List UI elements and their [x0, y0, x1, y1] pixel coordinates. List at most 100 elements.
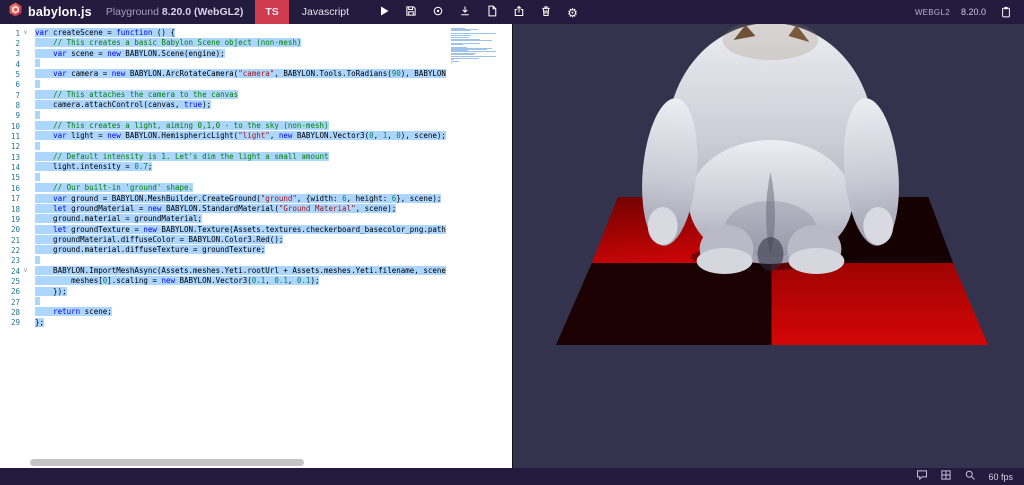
code-line[interactable]: var scene = new BABYLON.Scene(engine); — [35, 48, 446, 59]
code-line[interactable]: groundMaterial.diffuseColor = BABYLON.Co… — [35, 234, 446, 245]
line-number: 23 — [10, 256, 20, 266]
horizontal-scrollbar-thumb[interactable] — [30, 459, 304, 466]
line-number: 21 — [10, 235, 20, 245]
new-doc-icon — [486, 5, 498, 20]
clear-button[interactable] — [532, 0, 559, 24]
line-number: 2 — [15, 39, 20, 49]
code-editor[interactable]: 1 ∨ 2 3 4 5 6 7 8 9 10 11 12 13 14 15 16 17 18 19 20 21 22 23 24… — [0, 24, 512, 468]
babylon-logo[interactable]: babylon.js — [0, 2, 98, 22]
line-number: 6 — [15, 80, 20, 90]
line-number: 5 — [15, 70, 20, 80]
share-button[interactable] — [505, 0, 532, 24]
renderer-label: WEBGL2 — [914, 7, 950, 17]
run-button[interactable] — [370, 0, 397, 24]
code-line[interactable]: }; — [35, 317, 446, 328]
line-number: 25 — [10, 276, 20, 286]
download-button[interactable] — [451, 0, 478, 24]
tab-javascript[interactable]: Javascript — [289, 0, 362, 24]
code-line[interactable]: ground.material = groundMaterial; — [35, 214, 446, 224]
line-number: 17 — [10, 194, 20, 204]
code-line[interactable]: return scene; — [35, 307, 446, 317]
line-number: 12 — [10, 142, 20, 152]
code-line[interactable]: light.intensity = 0.7; — [35, 162, 446, 172]
code-line[interactable]: }); — [35, 286, 446, 297]
line-number: 18 — [10, 204, 20, 214]
line-number: 27 — [10, 297, 20, 307]
download-icon — [459, 5, 471, 20]
line-number: 19 — [10, 214, 20, 224]
status-bar: 60 fps — [0, 468, 1024, 485]
line-number: 14 — [10, 163, 20, 173]
babylon-playground: babylon.js Playground 8.20.0 (WebGL2) TS… — [0, 0, 1024, 485]
line-number: 8 — [15, 101, 20, 111]
code-line[interactable]: // This creates a basic Babylon Scene ob… — [35, 38, 446, 48]
code-line[interactable]: meshes[0].scaling = new BABYLON.Vector3(… — [35, 276, 446, 286]
app-title: babylon.js — [28, 5, 92, 19]
code-line[interactable]: // This attaches the camera to the canva… — [35, 90, 446, 100]
line-number: 29 — [10, 318, 20, 328]
line-number: 13 — [10, 152, 20, 162]
code-line[interactable] — [35, 79, 446, 90]
code-line[interactable]: // Default intensity is 1. Let's dim the… — [35, 152, 446, 162]
code-line[interactable]: let groundMaterial = new BABYLON.Standar… — [35, 203, 446, 214]
tab-typescript[interactable]: TS — [255, 0, 289, 24]
code-line[interactable] — [35, 255, 446, 266]
line-number: 3 — [15, 49, 20, 59]
code-line[interactable]: let groundTexture = new BABYLON.Texture(… — [35, 224, 446, 235]
save-button[interactable] — [397, 0, 424, 24]
line-number: 7 — [15, 90, 20, 100]
babylon-logo-icon — [8, 2, 23, 22]
trash-icon — [540, 5, 552, 20]
comments-button[interactable] — [914, 469, 930, 485]
header-right: WEBGL2 8.20.0 — [915, 0, 1024, 24]
yeti-model — [642, 24, 899, 274]
code-line[interactable]: ground.material.diffuseTexture = groundT… — [35, 245, 446, 255]
code-line[interactable] — [35, 141, 446, 152]
code-line[interactable]: var light = new BABYLON.HemisphericLight… — [35, 131, 446, 141]
code-area[interactable]: var createScene = function () { // This … — [35, 28, 446, 328]
toolbar: ⚙ — [370, 0, 586, 24]
code-line[interactable] — [35, 59, 446, 69]
engine-version-label: 8.20.0 — [960, 7, 986, 17]
inspector-icon — [432, 5, 444, 20]
save-icon — [405, 5, 417, 20]
code-line[interactable]: var camera = new BABYLON.ArcRotateCamera… — [35, 69, 446, 79]
render-canvas[interactable] — [512, 24, 1024, 468]
copy-snippet-button[interactable] — [997, 0, 1015, 24]
line-number: 16 — [10, 183, 20, 193]
line-number: 20 — [10, 225, 20, 235]
code-line[interactable]: // This creates a light, aiming 0,1,0 - … — [35, 121, 446, 131]
fold-chevron-icon[interactable]: ∨ — [20, 28, 31, 38]
line-number: 10 — [10, 121, 20, 131]
search-icon — [964, 469, 976, 484]
fold-chevron-icon[interactable]: ∨ — [20, 266, 31, 276]
code-line[interactable] — [35, 172, 446, 183]
texture-icon — [940, 469, 952, 484]
inspector-button[interactable] — [424, 0, 451, 24]
new-button[interactable] — [478, 0, 505, 24]
line-number: 9 — [15, 111, 20, 121]
header: babylon.js Playground 8.20.0 (WebGL2) TS… — [0, 0, 1024, 24]
horizontal-scrollbar[interactable] — [0, 458, 512, 468]
line-number: 15 — [10, 173, 20, 183]
settings-button[interactable]: ⚙ — [559, 0, 586, 24]
settings-icon: ⚙ — [567, 5, 578, 20]
code-line[interactable]: var ground = BABYLON.MeshBuilder.CreateG… — [35, 193, 446, 204]
code-line[interactable]: camera.attachControl(canvas, true); — [35, 100, 446, 110]
playground-version-label: Playground 8.20.0 (WebGL2) — [105, 6, 244, 18]
search-button[interactable] — [962, 469, 978, 485]
line-number: 26 — [10, 287, 20, 297]
line-number: 24 — [10, 266, 20, 276]
line-number: 28 — [10, 307, 20, 317]
fps-counter: 60 fps — [988, 471, 1013, 482]
code-line[interactable]: BABYLON.ImportMeshAsync(Assets.meshes.Ye… — [35, 265, 446, 276]
comment-icon — [916, 469, 928, 484]
editor-gutter: 1 ∨ 2 3 4 5 6 7 8 9 10 11 12 13 14 15 16 17 18 19 20 21 22 23 24… — [0, 28, 32, 328]
code-line[interactable]: // Our built-in 'ground' shape. — [35, 183, 446, 193]
code-line[interactable] — [35, 296, 446, 307]
textures-button[interactable] — [938, 469, 954, 485]
play-icon — [378, 5, 390, 20]
minimap[interactable] — [451, 28, 497, 64]
code-line[interactable] — [35, 110, 446, 121]
code-line[interactable]: var createScene = function () { — [35, 28, 446, 38]
